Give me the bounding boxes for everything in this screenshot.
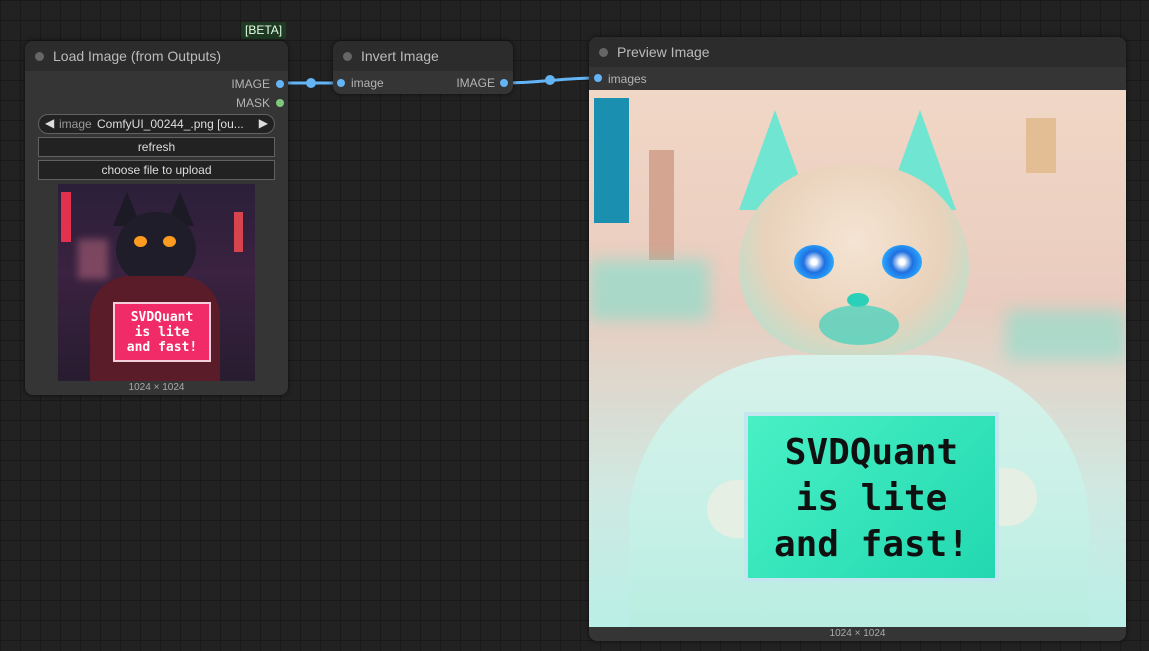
output-label-image: IMAGE [231,77,270,91]
image-preview-thumbnail: SVDQuant is lite and fast! [58,184,255,381]
collapse-dot-icon[interactable] [599,48,608,57]
cat-eye-right [163,236,176,247]
input-label-images: images [608,72,647,86]
load-image-node[interactable]: Load Image (from Outputs) IMAGE MASK ◀ i… [25,41,288,395]
output-port-image[interactable] [500,79,508,87]
input-port-images[interactable] [594,74,602,82]
widget-value: ComfyUI_00244_.png [ou... [97,117,244,131]
neon-sign-left [594,98,629,223]
image-dimensions: 1024 × 1024 [829,628,886,639]
street-light [78,239,108,279]
input-port-image[interactable] [337,79,345,87]
sign-line: is lite [795,478,948,519]
widget-name: image [59,117,92,131]
cat-head [116,212,196,282]
node-title-bar[interactable]: Preview Image [589,37,1126,67]
building-block [649,150,674,260]
output-port-mask[interactable] [276,99,284,107]
sign-line: and fast! [773,524,970,565]
sign-line: is lite [134,325,190,340]
input-label-image: image [351,76,384,90]
neon-sign-right [234,212,243,252]
sign-line: SVDQuant [130,310,194,325]
arrow-left-icon[interactable]: ◀ [45,116,54,130]
sign-line: and fast! [126,340,198,355]
image-preview: SVDQuant is lite and fast! [589,90,1126,627]
node-title: Load Image (from Outputs) [53,48,222,64]
node-title: Invert Image [361,48,439,64]
node-title: Preview Image [617,44,710,60]
cat-eye-left [794,245,834,279]
street-glow [1006,310,1126,360]
link-midpoint [306,78,316,88]
neon-sign-right [1026,118,1056,173]
node-title-bar[interactable]: Invert Image [333,41,513,71]
sign-board: SVDQuant is lite and fast! [113,302,211,362]
cat-eye-right [882,245,922,279]
output-label-mask: MASK [235,96,270,110]
invert-image-node[interactable]: Invert Image image IMAGE [333,41,513,94]
arrow-right-icon[interactable]: ▶ [259,116,268,130]
output-port-image[interactable] [276,80,284,88]
image-combo-widget[interactable]: ◀ image ComfyUI_00244_.png [ou... ▶ [38,114,275,134]
collapse-dot-icon[interactable] [343,52,352,61]
link-midpoint [545,75,555,85]
neon-sign-left [61,192,71,242]
cat-eye-left [134,236,147,247]
street-glow [589,260,709,320]
upload-button[interactable]: choose file to upload [38,160,275,180]
sign-line: SVDQuant [784,432,959,473]
output-label-image: IMAGE [456,76,495,90]
preview-image-node[interactable]: Preview Image images SVDQuant is lite an… [589,37,1126,641]
refresh-button[interactable]: refresh [38,137,275,157]
cat-mouth [819,305,899,345]
collapse-dot-icon[interactable] [35,52,44,61]
node-title-bar[interactable]: Load Image (from Outputs) [25,41,288,71]
sign-board: SVDQuant is lite and fast! [744,412,999,582]
image-dimensions: 1024 × 1024 [128,382,185,393]
beta-badge: [BETA] [241,22,287,39]
